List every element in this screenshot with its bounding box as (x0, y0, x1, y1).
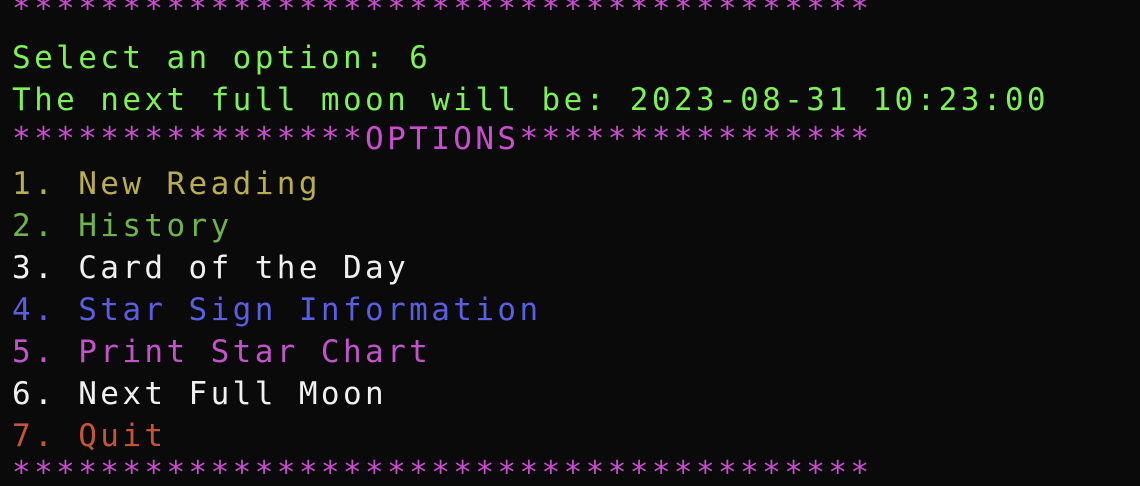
option-history: 2. History (12, 208, 233, 244)
result-line: The next full moon will be: 2023-08-31 1… (12, 82, 1049, 118)
bottom-border: *************************************** (12, 455, 873, 486)
option-quit: 7. Quit (12, 418, 167, 454)
terminal-window[interactable]: *************************************** … (0, 0, 1140, 486)
option-next-full-moon: 6. Next Full Moon (12, 376, 388, 412)
option-star-sign-information: 4. Star Sign Information (12, 292, 542, 328)
option-new-reading: 1. New Reading (12, 166, 321, 202)
option-print-star-chart: 5. Print Star Chart (12, 334, 432, 370)
option-card-of-the-day: 3. Card of the Day (12, 250, 410, 286)
options-header: ****************OPTIONS**************** (12, 121, 873, 157)
prompt-line: Select an option: 6 (12, 40, 432, 76)
top-border: *************************************** (12, 0, 873, 27)
